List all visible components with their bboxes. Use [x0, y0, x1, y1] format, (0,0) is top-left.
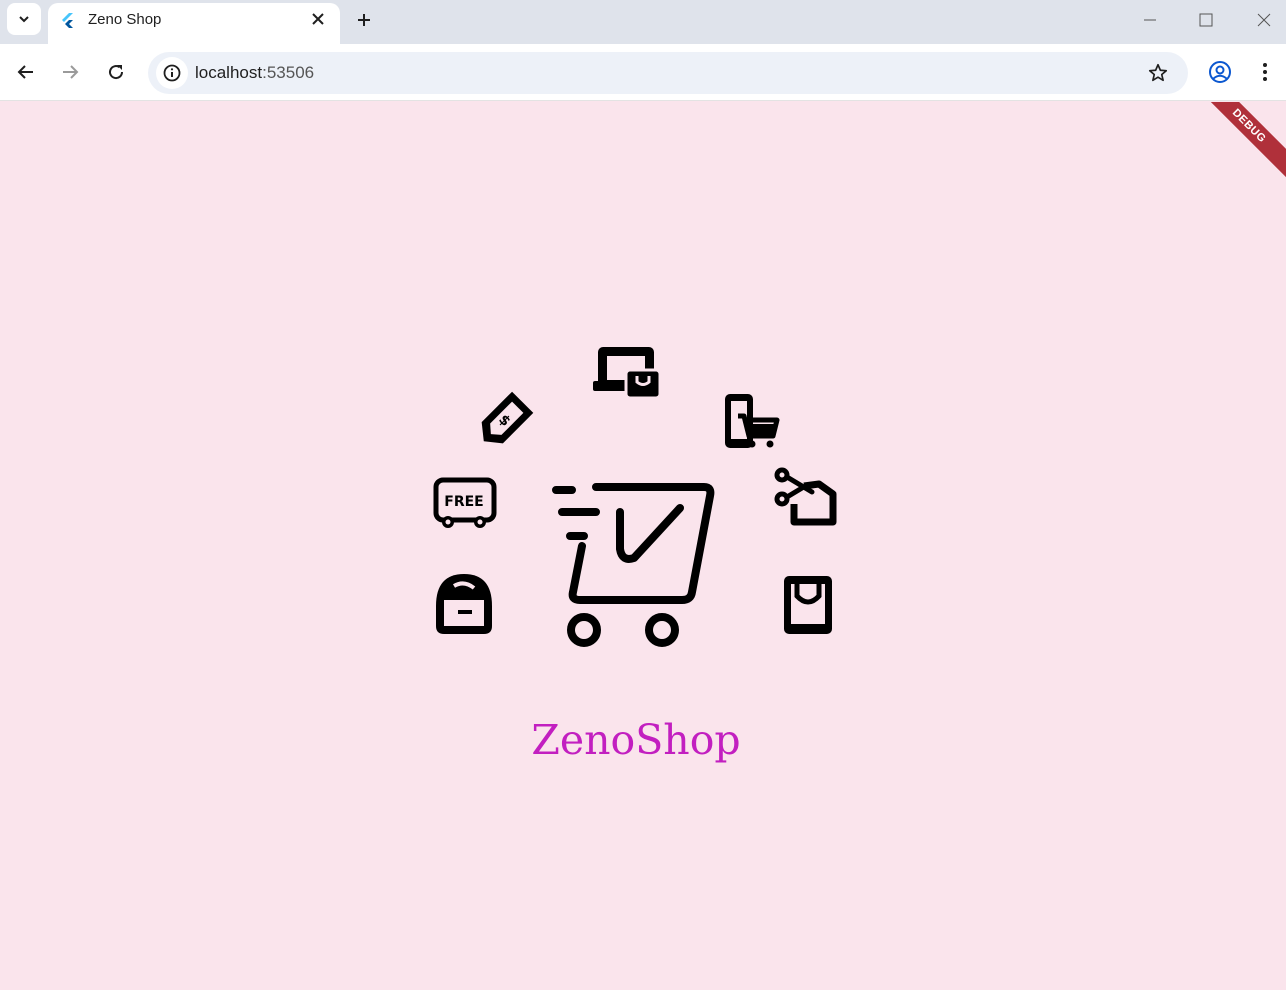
address-bar[interactable]: localhost:53506 [148, 52, 1188, 94]
arrow-left-icon [17, 65, 33, 79]
free-delivery-truck-icon: FREE [433, 477, 497, 528]
mobile-cart-icon [725, 394, 780, 448]
new-tab-button[interactable] [352, 8, 376, 32]
minimize-button[interactable] [1138, 8, 1162, 32]
laptop-bag-icon [593, 347, 662, 400]
close-icon [312, 13, 324, 25]
shopping-bag-icon [784, 576, 832, 634]
cart-check-icon [552, 483, 715, 647]
bookmark-button[interactable] [1146, 61, 1170, 85]
forward-button[interactable] [58, 60, 82, 84]
price-tag-icon: $ [481, 391, 534, 444]
zenoshop-logo: $ FREE [433, 347, 837, 647]
piggy-bank-icon [436, 574, 492, 634]
brand-name: ZenoShop [531, 716, 741, 764]
url-port: :53506 [262, 63, 315, 82]
more-vert-icon [1263, 63, 1267, 81]
debug-banner: DEBUG [1188, 102, 1286, 187]
coupon-scissors-icon [774, 467, 837, 526]
url-host: localhost [195, 63, 263, 82]
close-tab-button[interactable] [308, 9, 328, 29]
back-button[interactable] [14, 60, 38, 84]
info-icon [163, 64, 181, 82]
minimize-icon [1144, 19, 1156, 21]
url-text[interactable]: localhost:53506 [195, 63, 314, 83]
window-close-button[interactable] [1252, 8, 1276, 32]
plus-icon [358, 14, 370, 26]
browser-tab[interactable]: Zeno Shop [48, 3, 340, 44]
maximize-button[interactable] [1194, 8, 1218, 32]
reload-button[interactable] [104, 60, 128, 84]
chevron-down-icon [19, 16, 29, 23]
star-icon [1148, 63, 1168, 82]
close-icon [1257, 13, 1271, 27]
profile-button[interactable] [1208, 60, 1232, 84]
arrow-right-icon [63, 65, 79, 79]
free-badge-text: FREE [444, 494, 483, 510]
menu-button[interactable] [1253, 60, 1277, 84]
app-splash-screen: DEBUG $ FREE ZenoShop [0, 102, 1286, 990]
browser-tab-bar: Zeno Shop [0, 0, 1286, 44]
browser-toolbar: localhost:53506 [0, 44, 1286, 101]
flutter-icon [62, 13, 73, 28]
reload-icon [109, 65, 124, 80]
maximize-icon [1199, 13, 1213, 27]
profile-icon [1209, 61, 1231, 83]
site-info-button[interactable] [156, 57, 188, 89]
tab-search-button[interactable] [7, 3, 41, 35]
tab-title: Zeno Shop [88, 11, 162, 28]
